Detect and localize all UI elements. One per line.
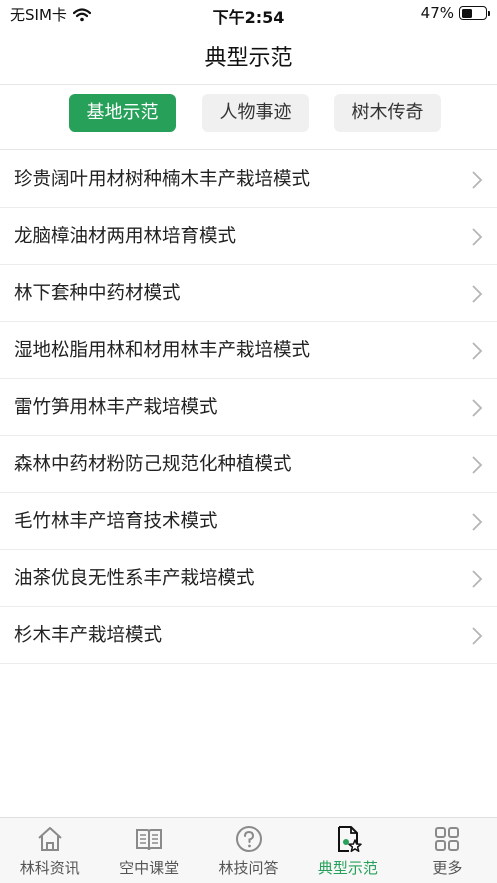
- demo-list: 珍贵阔叶用材树种楠木丰产栽培模式 龙脑樟油材两用林培育模式 林下套种中药材模式 …: [0, 151, 497, 664]
- battery-percent: 47%: [420, 4, 454, 22]
- list-item[interactable]: 森林中药材粉防己规范化种植模式: [0, 436, 497, 493]
- document-star-icon: [337, 826, 362, 853]
- list-item-label: 林下套种中药材模式: [14, 283, 181, 304]
- list-item-label: 雷竹笋用林丰产栽培模式: [14, 397, 218, 418]
- tab-forestry-news[interactable]: 林科资讯: [0, 818, 99, 883]
- segment-base-demo[interactable]: 基地示范: [69, 94, 176, 132]
- segment-tree-legends[interactable]: 树木传奇: [334, 94, 441, 132]
- list-item[interactable]: 珍贵阔叶用材树种楠木丰产栽培模式: [0, 151, 497, 208]
- status-bar: 无SIM卡 下午2:54 47%: [0, 0, 497, 30]
- list-item-label: 油茶优良无性系丰产栽培模式: [14, 568, 255, 589]
- tab-forestry-qa[interactable]: 林技问答: [199, 818, 298, 883]
- tab-online-class[interactable]: 空中课堂: [99, 818, 198, 883]
- tab-label: 林技问答: [218, 859, 279, 877]
- page-title: 典型示范: [204, 46, 293, 71]
- question-icon: [235, 826, 262, 852]
- status-right: 47%: [420, 4, 490, 22]
- tab-label: 空中课堂: [119, 859, 180, 877]
- chevron-right-icon: [472, 456, 483, 474]
- chevron-right-icon: [472, 171, 483, 189]
- list-item-label: 珍贵阔叶用材树种楠木丰产栽培模式: [14, 169, 311, 190]
- tab-label: 更多: [432, 859, 463, 877]
- tab-more[interactable]: 更多: [398, 818, 497, 883]
- list-item-label: 湿地松脂用林和材用林丰产栽培模式: [14, 340, 311, 361]
- book-icon: [136, 829, 163, 851]
- tab-label: 林科资讯: [19, 859, 80, 877]
- list-item[interactable]: 杉木丰产栽培模式: [0, 607, 497, 664]
- list-item[interactable]: 龙脑樟油材两用林培育模式: [0, 208, 497, 265]
- list-item-label: 毛竹林丰产培育技术模式: [14, 511, 218, 532]
- tab-bar: 林科资讯 空中课堂 林技问答 典型示范 更多: [0, 817, 497, 883]
- list-item-label: 森林中药材粉防己规范化种植模式: [14, 454, 292, 475]
- list-item[interactable]: 油茶优良无性系丰产栽培模式: [0, 550, 497, 607]
- chevron-right-icon: [472, 228, 483, 246]
- list-item[interactable]: 雷竹笋用林丰产栽培模式: [0, 379, 497, 436]
- tab-typical-demo[interactable]: 典型示范: [298, 818, 397, 883]
- chevron-right-icon: [472, 627, 483, 645]
- battery-icon: [459, 6, 490, 20]
- segment-people-stories[interactable]: 人物事迹: [202, 94, 309, 132]
- chevron-right-icon: [472, 399, 483, 417]
- battery-fill: [461, 8, 473, 18]
- list-item-label: 龙脑樟油材两用林培育模式: [14, 226, 237, 247]
- segment-bar: 基地示范 人物事迹 树木传奇: [0, 84, 497, 150]
- list-item-label: 杉木丰产栽培模式: [14, 625, 163, 646]
- chevron-right-icon: [472, 285, 483, 303]
- list-item[interactable]: 毛竹林丰产培育技术模式: [0, 493, 497, 550]
- chevron-right-icon: [472, 513, 483, 531]
- chevron-right-icon: [472, 570, 483, 588]
- home-icon: [38, 827, 62, 851]
- grid-icon: [435, 827, 460, 851]
- list-item[interactable]: 林下套种中药材模式: [0, 265, 497, 322]
- tab-label: 典型示范: [317, 859, 378, 877]
- list-item[interactable]: 湿地松脂用林和材用林丰产栽培模式: [0, 322, 497, 379]
- chevron-right-icon: [472, 342, 483, 360]
